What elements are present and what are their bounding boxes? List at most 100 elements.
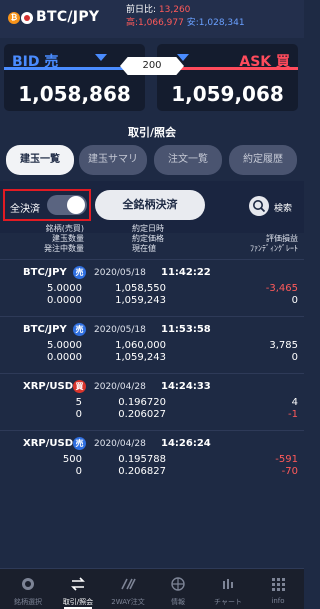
- position-symbol: XRP/USD: [23, 381, 74, 392]
- search-icon[interactable]: [249, 196, 269, 216]
- col-symbol-side: 銘柄(売買): [45, 224, 84, 233]
- exec-time: 14:24:33: [161, 381, 211, 392]
- bid-dropdown-icon: [95, 54, 107, 61]
- nav-info[interactable]: info: [250, 569, 306, 609]
- table-row[interactable]: XRP/USD 売 2020/04/28 14:26:24 500 0 0.19…: [0, 430, 304, 487]
- column-headers: 銘柄(売買) 建玉数量 発注中数量 約定日時 約定価格 現在値 評価損益 ﾌｧﾝ…: [0, 224, 304, 260]
- current-price: 1,059,243: [115, 295, 166, 306]
- exec-date: 2020/05/18: [94, 325, 146, 335]
- exec-time: 11:53:58: [161, 324, 211, 335]
- pending-qty: 0.0000: [47, 295, 82, 306]
- bottom-nav: 銘柄選択 取引/照会 2WAY注文 情報 チャート info: [0, 568, 304, 609]
- prev-day-value: 13,260: [158, 5, 191, 15]
- col-current-price: 現在値: [132, 244, 156, 253]
- tab-execution-history[interactable]: 約定履歴: [229, 145, 297, 175]
- col-exec-price: 約定価格: [132, 234, 164, 243]
- section-title: 取引/照会: [127, 126, 177, 139]
- side-badge: 買: [73, 380, 86, 393]
- pending-qty: 0: [75, 466, 82, 477]
- table-row[interactable]: XRP/USD 買 2020/04/28 14:24:33 5 0 0.1967…: [0, 373, 304, 430]
- table-row[interactable]: BTC/JPY 売 2020/05/18 11:42:22 5.0000 0.0…: [0, 259, 304, 316]
- toggle-knob: [67, 196, 85, 214]
- col-pending-qty: 発注中数量: [44, 244, 84, 253]
- side-badge: 売: [73, 437, 86, 450]
- jpy-coin-icon: [21, 12, 33, 24]
- exec-time: 14:26:24: [161, 438, 211, 449]
- currency-pair-title[interactable]: BTC/JPY: [36, 9, 99, 25]
- col-profit-loss: 評価損益: [266, 234, 298, 243]
- trade-inquiry-icon: [71, 577, 85, 591]
- bid-price: 1,058,868: [18, 82, 131, 106]
- profit-loss: 3,785: [269, 340, 298, 351]
- exec-price: 0.195788: [118, 454, 166, 465]
- settle-all-toggle-label: 全決済: [10, 204, 40, 215]
- nav-two-way-order[interactable]: 2WAY注文: [100, 569, 156, 609]
- low-value: 1,028,341: [198, 18, 245, 28]
- col-position-qty: 建玉数量: [52, 234, 84, 243]
- tab-positions[interactable]: 建玉一覧: [6, 145, 74, 175]
- nav-info-news[interactable]: 情報: [150, 569, 206, 609]
- settle-all-toggle[interactable]: [47, 195, 87, 215]
- current-price: 1,059,243: [115, 352, 166, 363]
- nav-label: 銘柄選択: [14, 598, 42, 606]
- pending-qty: 0.0000: [47, 352, 82, 363]
- tab-position-summary[interactable]: 建玉サマリ: [79, 145, 147, 175]
- low-label: 安:: [186, 18, 199, 28]
- side-badge: 売: [73, 266, 86, 279]
- exec-date: 2020/04/28: [94, 382, 146, 392]
- nav-label: 2WAY注文: [111, 598, 145, 606]
- funding-rate: 0: [291, 295, 298, 306]
- high-value: 1,066,977: [138, 18, 184, 28]
- current-price: 0.206027: [118, 409, 166, 420]
- position-symbol: BTC/JPY: [23, 267, 67, 278]
- info-globe-icon: [171, 577, 185, 591]
- nav-chart[interactable]: チャート: [200, 569, 256, 609]
- col-funding-rate: ﾌｧﾝﾃﾞｨﾝｸﾞﾚｰﾄ: [250, 244, 298, 253]
- position-qty: 5.0000: [47, 340, 82, 351]
- col-exec-datetime: 約定日時: [132, 224, 164, 233]
- price-stats: 前日比: 13,260 高:1,066,977 安:1,028,341: [126, 4, 245, 30]
- nav-symbol-select[interactable]: 銘柄選択: [0, 569, 56, 609]
- position-symbol: XRP/USD: [23, 438, 74, 449]
- bid-panel[interactable]: BID 売 1,058,868: [4, 44, 145, 111]
- position-symbol: BTC/JPY: [23, 324, 67, 335]
- prev-day-label: 前日比:: [126, 5, 157, 15]
- position-qty: 5.0000: [47, 283, 82, 294]
- ask-price: 1,059,068: [171, 82, 284, 106]
- position-qty: 5: [75, 397, 82, 408]
- exec-price: 1,058,550: [115, 283, 166, 294]
- nav-label: チャート: [214, 598, 242, 606]
- profit-loss: -591: [275, 454, 298, 465]
- nav-label: info: [271, 597, 285, 605]
- search-label[interactable]: 検索: [274, 201, 292, 214]
- funding-rate: -70: [281, 466, 298, 477]
- btc-coin-icon: ₿: [8, 12, 20, 24]
- side-badge: 売: [73, 323, 86, 336]
- app-header: ₿ BTC/JPY 前日比: 13,260 高:1,066,977 安:1,02…: [0, 0, 304, 38]
- table-row[interactable]: BTC/JPY 売 2020/05/18 11:53:58 5.0000 0.0…: [0, 316, 304, 373]
- exec-date: 2020/05/18: [94, 268, 146, 278]
- profit-loss: 4: [291, 397, 298, 408]
- settle-all-toggle-group: 全決済: [3, 189, 91, 221]
- tab-orders[interactable]: 注文一覧: [154, 145, 222, 175]
- nav-label: 取引/照会: [62, 598, 94, 606]
- funding-rate: -1: [288, 409, 298, 420]
- nav-label: 情報: [171, 598, 185, 606]
- tab-bar: 建玉一覧 建玉サマリ 注文一覧 約定履歴: [0, 145, 304, 175]
- two-way-order-icon: [121, 578, 136, 590]
- funding-rate: 0: [291, 352, 298, 363]
- chart-icon: [223, 579, 233, 589]
- exec-time: 11:42:22: [161, 267, 211, 278]
- grid-icon: [272, 578, 285, 591]
- position-qty: 500: [62, 454, 82, 465]
- exec-price: 0.196720: [118, 397, 166, 408]
- profit-loss: -3,465: [265, 283, 298, 294]
- ask-panel[interactable]: ASK 買 1,059,068: [157, 44, 298, 111]
- symbol-select-icon: [22, 578, 34, 590]
- spread-badge: 200: [120, 57, 184, 75]
- settle-all-symbols-button[interactable]: 全銘柄決済: [95, 190, 205, 220]
- pending-qty: 0: [75, 409, 82, 420]
- high-label: 高:: [126, 18, 139, 28]
- current-price: 0.206827: [118, 466, 166, 477]
- nav-trade-inquiry[interactable]: 取引/照会: [50, 569, 106, 609]
